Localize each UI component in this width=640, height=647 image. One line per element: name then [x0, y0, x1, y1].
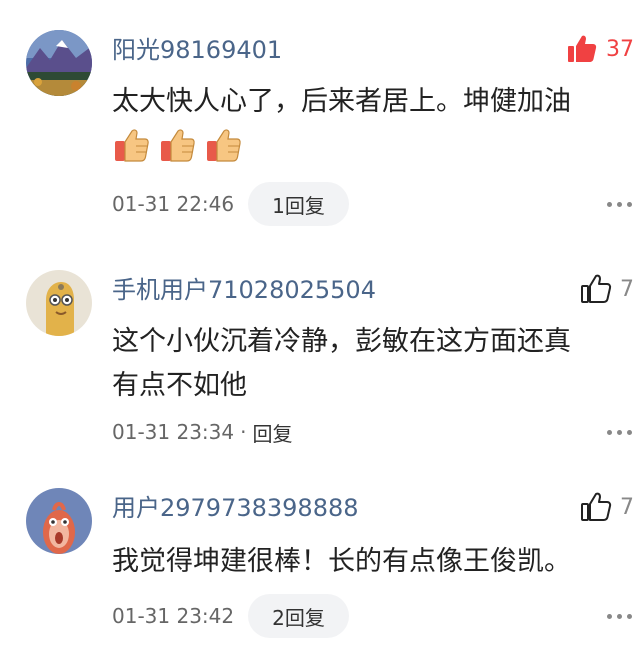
- comment-list: 阳光98169401 37 太大快人心了，后来者居上。坤健加油 01-31 22…: [0, 0, 640, 647]
- reply-button[interactable]: 1回复: [248, 182, 349, 226]
- thumbs-up-emoji: [207, 129, 241, 162]
- like-count: 37: [606, 36, 634, 62]
- username[interactable]: 手机用户71028025504: [112, 274, 376, 306]
- thumbs-up-filled-icon: [568, 35, 597, 62]
- reply-button[interactable]: 2回复: [248, 594, 349, 638]
- comment-item: 手机用户71028025504 7 这个小伙沉着冷静，彭敏在这方面还真 有点不如…: [0, 270, 640, 460]
- more-dots-icon[interactable]: [607, 594, 632, 638]
- landscape-avatar-image: [26, 30, 92, 96]
- comment-time: 01-31 22:46: [112, 192, 235, 216]
- more-dots-icon[interactable]: [607, 410, 632, 454]
- like-button[interactable]: 37: [566, 32, 634, 66]
- comment-text: 我觉得坤建很棒！长的有点像王俊凯。: [112, 546, 571, 577]
- thumbs-up-outline-icon: [581, 274, 612, 303]
- like-button[interactable]: 7: [580, 272, 634, 306]
- avatar[interactable]: [26, 270, 92, 336]
- like-count: 7: [620, 276, 634, 302]
- comment-time: 01-31 23:34: [112, 420, 235, 444]
- comment-meta: 01-31 23:42 2回复: [112, 594, 349, 638]
- cartoon-avatar-image: [26, 270, 92, 336]
- more-dots-icon[interactable]: [607, 182, 632, 226]
- comment-time: 01-31 23:42: [112, 604, 235, 628]
- comment-text-line: 有点不如他: [112, 370, 247, 401]
- comment-meta: 01-31 23:34 · 回复: [112, 410, 292, 454]
- comment-text: 太大快人心了，后来者居上。坤健加油: [112, 86, 571, 117]
- username[interactable]: 用户2979738398888: [112, 492, 359, 524]
- thumbs-up-emoji: [161, 129, 195, 162]
- emoji-row: [112, 126, 242, 164]
- thumbs-up-emoji: [115, 129, 149, 162]
- like-count: 7: [620, 494, 634, 520]
- separator-dot: ·: [240, 420, 247, 444]
- comment-item: 用户2979738398888 7 我觉得坤建很棒！长的有点像王俊凯。 01-3…: [0, 488, 640, 647]
- comment-meta: 01-31 22:46 1回复: [112, 182, 349, 226]
- username[interactable]: 阳光98169401: [112, 34, 282, 66]
- comment-item: 阳光98169401 37 太大快人心了，后来者居上。坤健加油 01-31 22…: [0, 30, 640, 230]
- avatar[interactable]: [26, 488, 92, 554]
- avatar[interactable]: [26, 30, 92, 96]
- cartoon-avatar-image: [26, 488, 92, 554]
- comment-text: 这个小伙沉着冷静，彭敏在这方面还真 有点不如他: [112, 320, 617, 408]
- thumbs-up-outline-icon: [581, 492, 612, 521]
- like-button[interactable]: 7: [580, 490, 634, 524]
- reply-button[interactable]: 回复: [252, 418, 292, 447]
- comment-text-line: 这个小伙沉着冷静，彭敏在这方面还真: [112, 326, 571, 357]
